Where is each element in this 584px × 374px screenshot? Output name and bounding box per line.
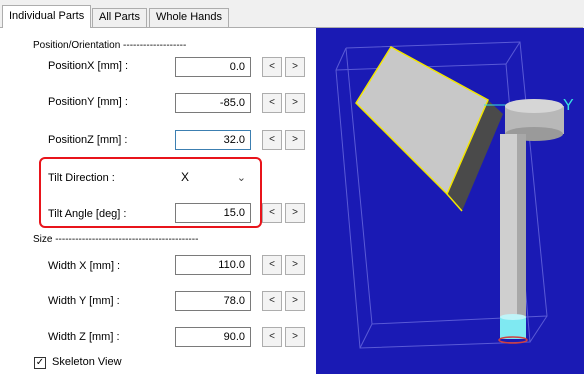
cube-part — [355, 46, 503, 212]
width-x-label: Width X [mm] : — [48, 260, 121, 272]
width-y-label: Width Y [mm] : — [48, 295, 120, 307]
tilt-angle-decrement-button[interactable]: < — [262, 203, 282, 223]
width-x-field[interactable]: 110.0 — [175, 255, 251, 275]
position-z-label: PositionZ [mm] : — [48, 134, 128, 146]
check-icon: ✓ — [35, 357, 45, 368]
tilt-highlight-box — [39, 157, 262, 228]
width-y-decrement-button[interactable]: < — [262, 291, 282, 311]
position-y-increment-button[interactable]: > — [285, 93, 305, 113]
tab-whole-hands[interactable]: Whole Hands — [149, 8, 230, 27]
width-x-decrement-button[interactable]: < — [262, 255, 282, 275]
skeleton-view-label[interactable]: Skeleton View — [52, 356, 122, 368]
position-z-field[interactable]: 32.0 — [175, 130, 251, 150]
width-y-increment-button[interactable]: > — [285, 291, 305, 311]
position-section-header: Position/Orientation ------------------- — [33, 40, 187, 51]
width-x-increment-button[interactable]: > — [285, 255, 305, 275]
width-z-label: Width Z [mm] : — [48, 331, 120, 343]
skeleton-view-checkbox[interactable]: ✓ — [34, 357, 46, 369]
scene-render: Y — [335, 41, 574, 349]
position-y-decrement-button[interactable]: < — [262, 93, 282, 113]
position-x-decrement-button[interactable]: < — [262, 57, 282, 77]
tab-strip: Individual Parts All Parts Whole Hands — [0, 0, 584, 28]
tilt-angle-increment-button[interactable]: > — [285, 203, 305, 223]
position-z-decrement-button[interactable]: < — [262, 130, 282, 150]
width-y-field[interactable]: 78.0 — [175, 291, 251, 311]
tab-individual-parts[interactable]: Individual Parts — [2, 5, 92, 28]
3d-viewport[interactable]: Y — [316, 28, 584, 374]
cylinder-part — [498, 99, 564, 344]
position-x-field[interactable]: 0.0 — [175, 57, 251, 77]
position-y-label: PositionY [mm] : — [48, 96, 128, 108]
y-axis-label: Y — [563, 97, 574, 114]
position-x-label: PositionX [mm] : — [48, 60, 129, 72]
tab-all-parts[interactable]: All Parts — [92, 8, 147, 27]
position-x-increment-button[interactable]: > — [285, 57, 305, 77]
position-z-increment-button[interactable]: > — [285, 130, 305, 150]
width-z-decrement-button[interactable]: < — [262, 327, 282, 347]
position-y-field[interactable]: -85.0 — [175, 93, 251, 113]
width-z-increment-button[interactable]: > — [285, 327, 305, 347]
width-z-field[interactable]: 90.0 — [175, 327, 251, 347]
size-section-header: Size -----------------------------------… — [33, 234, 199, 245]
